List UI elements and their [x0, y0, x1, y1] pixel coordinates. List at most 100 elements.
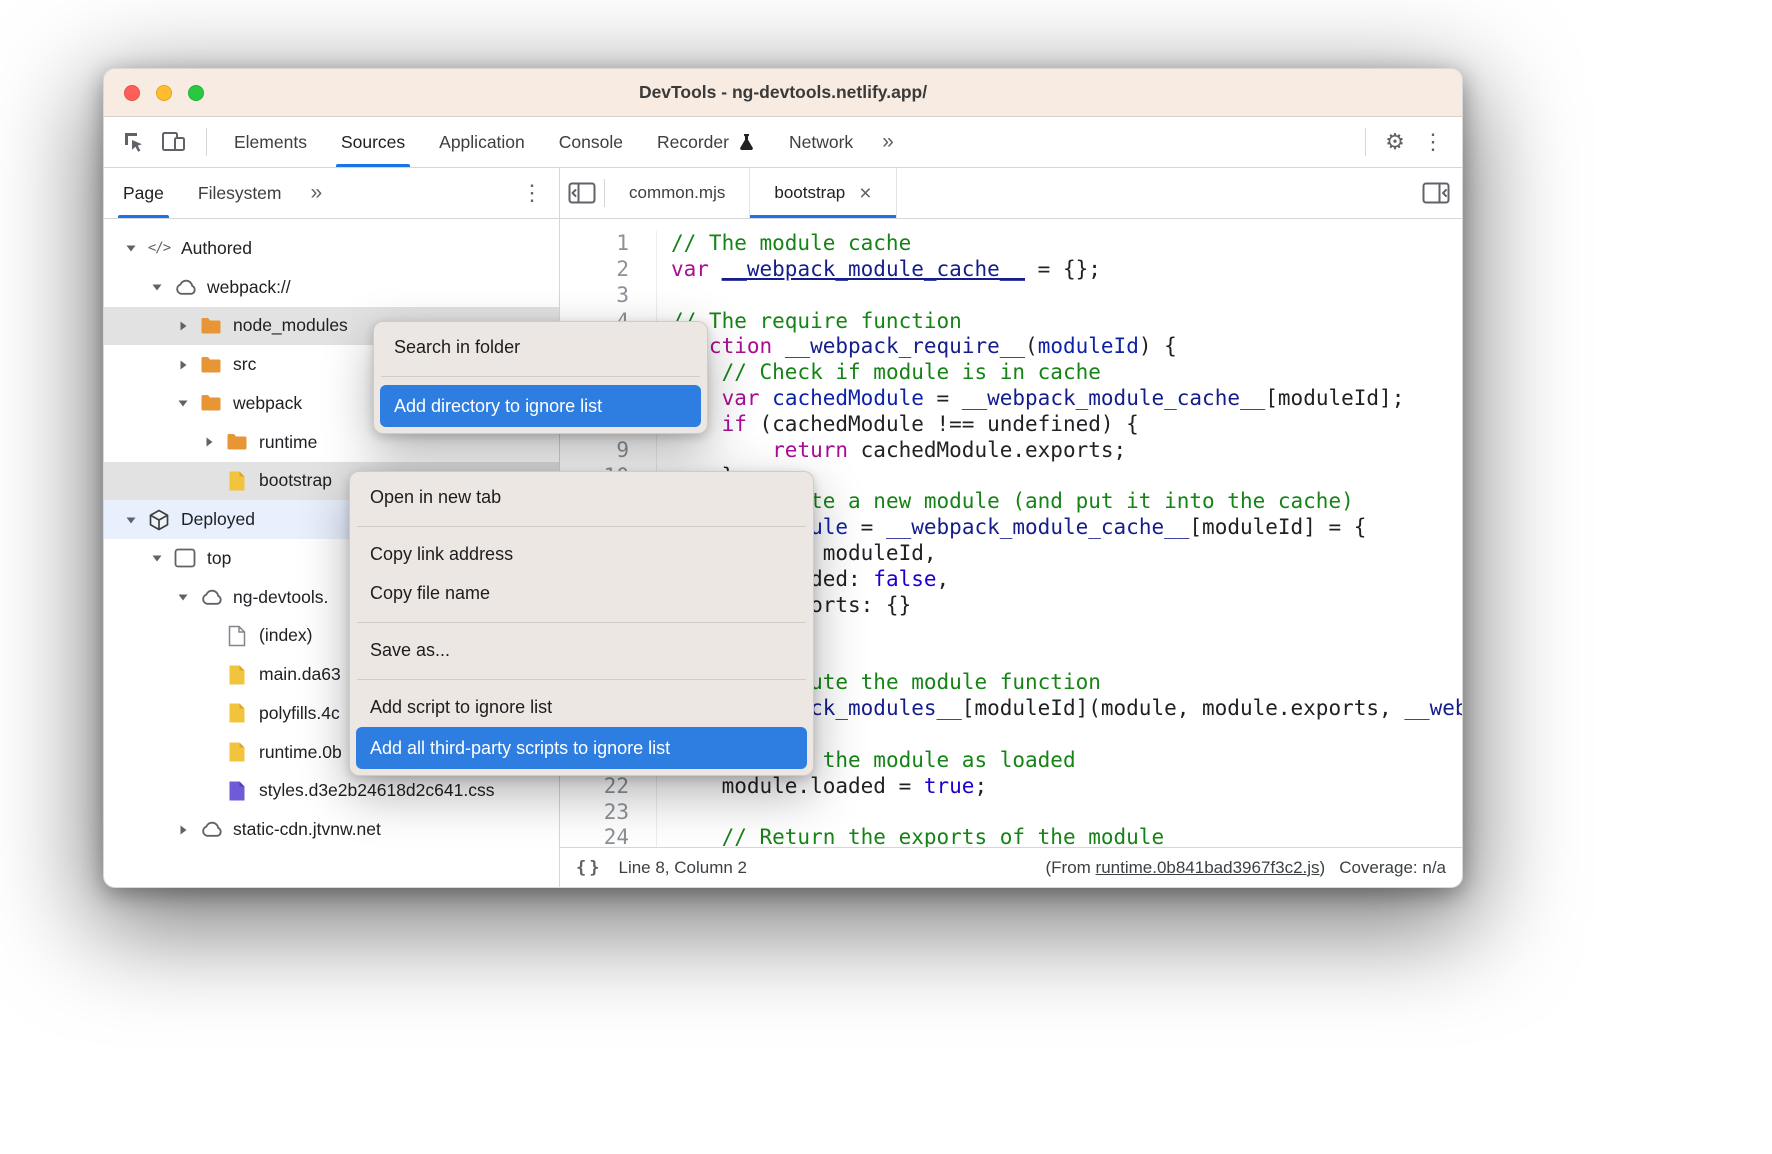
show-drawer-panel-icon[interactable]: [1418, 175, 1454, 211]
tree-item-label: bootstrap: [259, 470, 332, 491]
js-file-icon: [222, 664, 252, 686]
menu-separator: [357, 679, 806, 680]
titlebar: DevTools - ng-devtools.netlify.app/: [104, 69, 1462, 117]
tree-item-label: runtime.0b: [259, 742, 342, 763]
editor-tab-bootstrap[interactable]: bootstrap ×: [750, 168, 896, 218]
menu-item-search-in-folder[interactable]: Search in folder: [380, 328, 701, 367]
close-window-button[interactable]: [124, 85, 140, 101]
pretty-print-icon[interactable]: {}: [576, 858, 602, 878]
triangle-down-icon[interactable]: [144, 281, 170, 293]
triangle-right-icon[interactable]: [170, 359, 196, 371]
tree-item-label: static-cdn.jtvnw.net: [233, 819, 381, 840]
folder-icon: [196, 394, 226, 412]
tree-item-webpack[interactable]: webpack://: [104, 268, 559, 307]
tab-elements[interactable]: Elements: [217, 117, 324, 167]
tab-label: Filesystem: [198, 183, 282, 204]
menu-item-copy-link-address[interactable]: Copy link address: [356, 535, 807, 574]
sidebar-kebab-menu-icon[interactable]: ⋮: [513, 174, 551, 212]
tree-item-label: top: [207, 548, 231, 569]
triangle-right-icon[interactable]: [196, 436, 222, 448]
tree-item-static-cdn-jtvnw-net[interactable]: static-cdn.jtvnw.net: [104, 810, 559, 849]
line-number[interactable]: 1: [560, 231, 629, 257]
tab-label: Application: [439, 132, 525, 153]
code-line: // Return the exports of the module: [671, 825, 1462, 847]
tab-console[interactable]: Console: [542, 117, 640, 167]
tree-item-label: (index): [259, 625, 313, 646]
file-icon: [222, 625, 252, 647]
css-file-icon: [222, 780, 252, 802]
toolbar-divider-right: [1365, 128, 1366, 156]
file-tabs: common.mjs bootstrap ×: [605, 168, 897, 218]
sidebar-header: Page Filesystem » ⋮: [104, 168, 560, 218]
statusbar-right: (From runtime.0b841bad3967f3c2.js) Cover…: [1045, 858, 1446, 878]
minimize-window-button[interactable]: [156, 85, 172, 101]
tab-label: bootstrap: [774, 183, 845, 203]
kebab-menu-icon[interactable]: ⋮: [1414, 123, 1452, 161]
line-number[interactable]: 3: [560, 283, 629, 309]
cloud-icon: [196, 820, 226, 839]
inspect-element-icon[interactable]: [116, 124, 152, 160]
tab-label: Elements: [234, 132, 307, 153]
deployed-cube-icon: [144, 509, 174, 531]
triangle-down-icon[interactable]: [118, 514, 144, 526]
js-file-icon: [222, 702, 252, 724]
tab-label: Recorder: [657, 132, 729, 153]
more-panels-chevron-icon[interactable]: »: [870, 130, 906, 154]
window-controls: [124, 69, 204, 116]
device-toolbar-icon[interactable]: [156, 124, 192, 160]
tab-network[interactable]: Network: [772, 117, 870, 167]
close-tab-icon[interactable]: ×: [859, 183, 871, 204]
sidebar-tab-filesystem[interactable]: Filesystem: [181, 168, 299, 218]
triangle-down-icon[interactable]: [144, 552, 170, 564]
context-menu-folder: Search in folder Add directory to ignore …: [373, 321, 708, 434]
tab-recorder[interactable]: Recorder: [640, 117, 772, 167]
code-line: // Check if module is in cache: [671, 360, 1462, 386]
menu-separator: [357, 526, 806, 527]
sidebar-more-tabs-chevron-icon[interactable]: »: [299, 181, 335, 205]
tab-application[interactable]: Application: [422, 117, 542, 167]
panel-tabs: Elements Sources Application Console Recorde…: [217, 117, 870, 167]
triangle-down-icon[interactable]: [118, 242, 144, 254]
tree-item-label: node_modules: [233, 315, 348, 336]
tab-label: Page: [123, 183, 164, 204]
menu-separator: [381, 376, 700, 377]
source-map-origin: (From runtime.0b841bad3967f3c2.js): [1045, 858, 1325, 878]
tree-item-authored[interactable]: </>Authored: [104, 229, 559, 268]
editor-tab-common-mjs[interactable]: common.mjs: [605, 168, 750, 218]
code-line: var cachedModule = __webpack_module_cach…: [671, 386, 1462, 412]
tree-item-label: styles.d3e2b24618d2c641.css: [259, 780, 494, 801]
triangle-right-icon[interactable]: [170, 320, 196, 332]
menu-item-add-all-third-party-scripts-to-ignore-list[interactable]: Add all third-party scripts to ignore li…: [356, 727, 807, 769]
code-line: [671, 283, 1462, 309]
line-number[interactable]: 22: [560, 774, 629, 800]
line-number[interactable]: 9: [560, 438, 629, 464]
triangle-right-icon[interactable]: [170, 824, 196, 836]
context-menu-file: Open in new tab Copy link addressCopy fil…: [349, 471, 814, 776]
main-toolbar: Elements Sources Application Console Recorde…: [104, 117, 1462, 168]
menu-item-open-in-new-tab[interactable]: Open in new tab: [356, 478, 807, 517]
tab-label: Console: [559, 132, 623, 153]
line-number[interactable]: 24: [560, 825, 629, 847]
triangle-down-icon[interactable]: [170, 591, 196, 603]
cursor-position: Line 8, Column 2: [618, 858, 747, 878]
hide-navigator-icon[interactable]: [564, 175, 600, 211]
tree-item-styles-d3e2b24618d2c641-css[interactable]: styles.d3e2b24618d2c641.css: [104, 772, 559, 811]
zoom-window-button[interactable]: [188, 85, 204, 101]
js-file-icon: [222, 741, 252, 763]
tree-item-label: ng-devtools.: [233, 587, 328, 608]
line-number[interactable]: 23: [560, 800, 629, 826]
sidebar-tab-page[interactable]: Page: [106, 168, 181, 218]
menu-item-save-as[interactable]: Save as...: [356, 631, 807, 670]
secondary-bar: Page Filesystem » ⋮ common.mjs bootstrap ×: [104, 168, 1462, 219]
source-file-link[interactable]: runtime.0b841bad3967f3c2.js: [1096, 858, 1320, 877]
frame-icon: [170, 548, 200, 568]
menu-item-add-script-to-ignore-list[interactable]: Add script to ignore list: [356, 688, 807, 727]
menu-item-copy-file-name[interactable]: Copy file name: [356, 574, 807, 613]
tree-item-label: runtime: [259, 432, 317, 453]
tab-sources[interactable]: Sources: [324, 117, 422, 167]
tree-item-label: webpack://: [207, 277, 291, 298]
settings-gear-icon[interactable]: ⚙: [1376, 123, 1414, 161]
line-number[interactable]: 2: [560, 257, 629, 283]
menu-item-add-directory-to-ignore-list[interactable]: Add directory to ignore list: [380, 385, 701, 427]
triangle-down-icon[interactable]: [170, 397, 196, 409]
